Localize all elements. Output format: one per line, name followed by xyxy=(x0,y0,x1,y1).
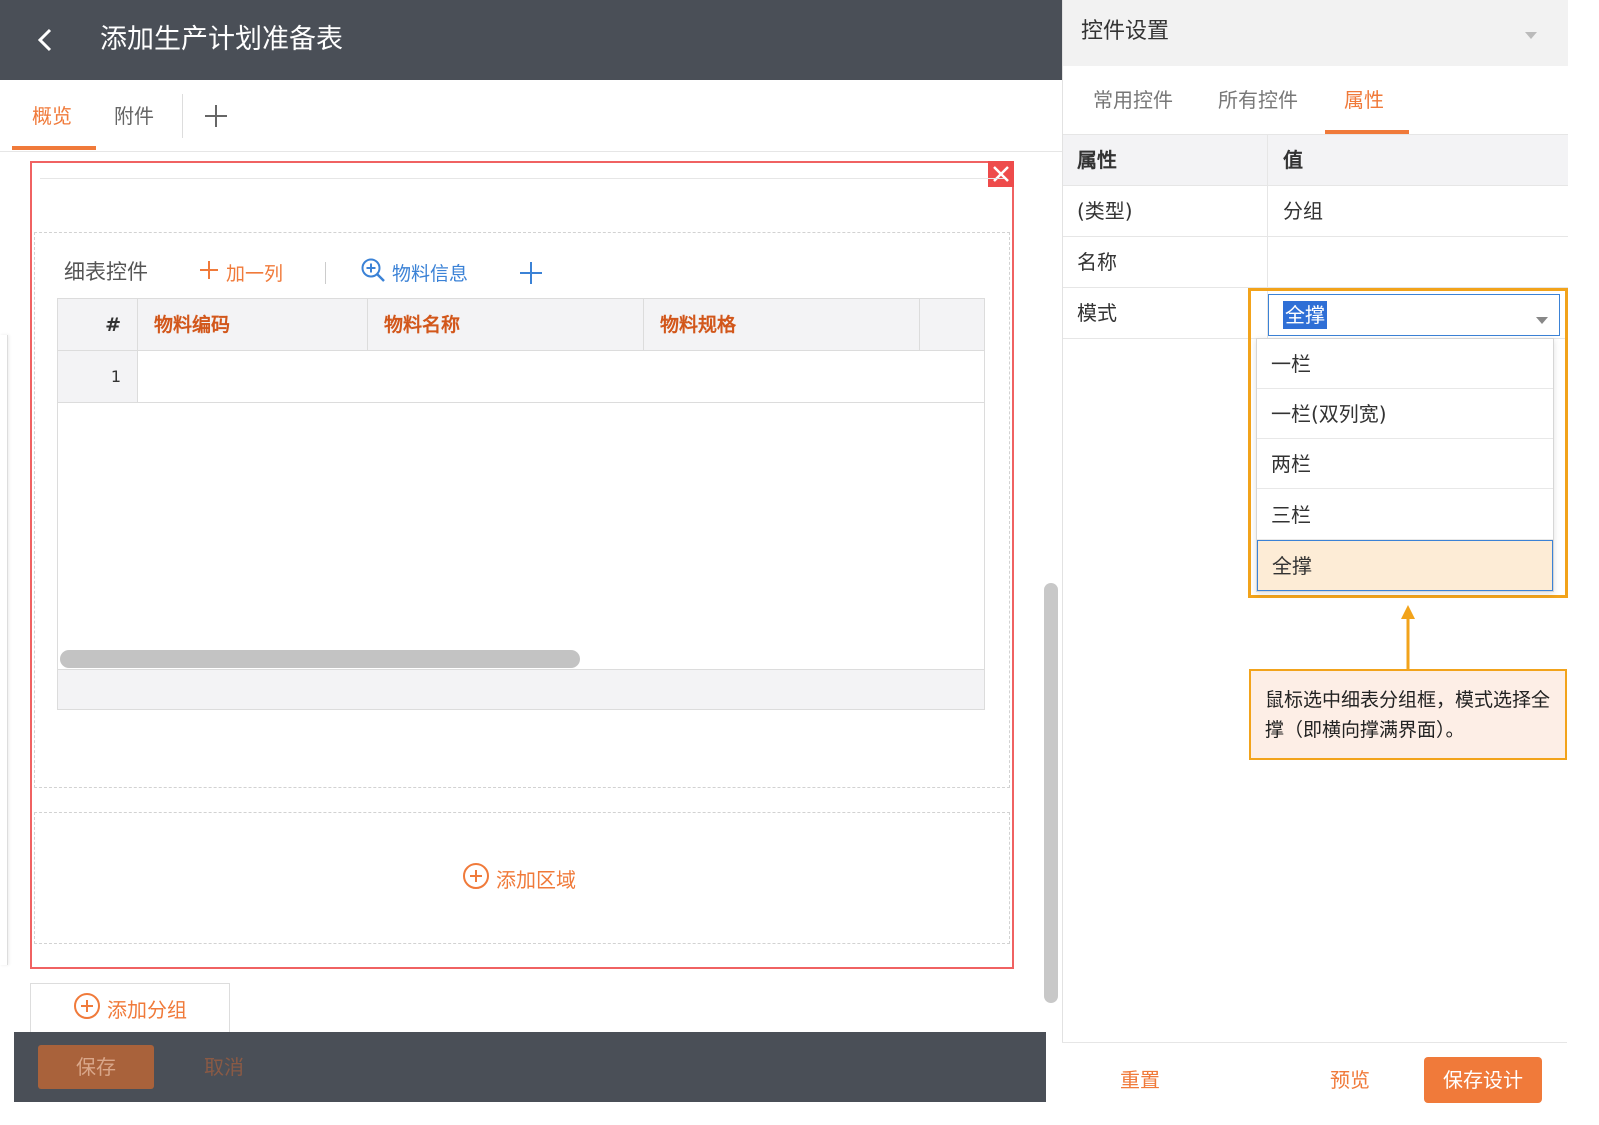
property-key: 模式 xyxy=(1077,301,1117,325)
column-header-material-name[interactable]: 物料名称 xyxy=(368,299,644,351)
active-tab-indicator xyxy=(12,146,96,150)
value-column-header: 值 xyxy=(1283,148,1303,172)
property-key: 名称 xyxy=(1077,250,1117,274)
table-row[interactable]: 1 xyxy=(58,351,984,403)
mode-selected-value: 全撑 xyxy=(1283,301,1327,329)
panel-tabs: 常用控件 所有控件 属性 xyxy=(1063,66,1568,134)
row-number: 1 xyxy=(58,351,138,402)
delete-group-icon[interactable] xyxy=(988,161,1014,187)
chevron-down-icon[interactable] xyxy=(1535,310,1549,324)
tab-attachments[interactable]: 附件 xyxy=(114,102,154,130)
mode-option[interactable]: 三栏 xyxy=(1257,490,1553,540)
reset-button[interactable]: 重置 xyxy=(1120,1065,1160,1095)
panel-footer: 重置 预览 保存设计 xyxy=(1062,1042,1567,1125)
grid-header: # 物料编码 物料名称 物料规格 xyxy=(58,299,984,351)
mode-select[interactable]: 全撑 xyxy=(1268,294,1560,336)
column-header-index: # xyxy=(58,299,138,351)
form-footer-bar: 保存 取消 xyxy=(14,1032,1046,1102)
add-tab-icon[interactable] xyxy=(202,102,230,130)
detail-table-label: 细表控件 xyxy=(64,260,148,284)
property-key: (类型) xyxy=(1077,199,1133,223)
detail-grid: # 物料编码 物料名称 物料规格 1 xyxy=(57,298,985,710)
mode-dropdown: 一栏 一栏(双列宽) 两栏 三栏 全撑 xyxy=(1256,338,1554,592)
material-info-button[interactable]: 物料信息 xyxy=(360,257,469,291)
add-group-button[interactable]: 添加分组 xyxy=(30,983,230,1033)
back-arrow-icon[interactable] xyxy=(28,22,64,58)
panel-header: 控件设置 xyxy=(1063,0,1568,66)
tab-divider xyxy=(182,94,183,138)
property-row-name[interactable]: 名称 xyxy=(1063,237,1568,288)
preview-button[interactable]: 预览 xyxy=(1330,1065,1370,1095)
tab-bar: 概览 附件 xyxy=(0,80,1062,152)
panel-title: 控件设置 xyxy=(1081,19,1170,44)
mode-option[interactable]: 一栏 xyxy=(1257,339,1553,389)
mode-option-selected[interactable]: 全撑 xyxy=(1257,540,1553,591)
tab-properties[interactable]: 属性 xyxy=(1344,86,1384,114)
group-header-line xyxy=(40,178,1004,179)
plus-circle-icon xyxy=(73,992,101,1025)
add-column-label: 加一列 xyxy=(226,263,284,285)
mode-option[interactable]: 两栏 xyxy=(1257,439,1553,489)
column-header-material-code[interactable]: 物料编码 xyxy=(138,299,368,351)
add-column-button[interactable]: 加一列 xyxy=(198,260,283,288)
page-title: 添加生产计划准备表 xyxy=(100,24,343,55)
toolbar-divider xyxy=(325,262,326,284)
property-row-type: (类型) 分组 xyxy=(1063,186,1568,237)
tab-all-controls[interactable]: 所有控件 xyxy=(1218,86,1298,114)
property-value: 分组 xyxy=(1283,199,1323,223)
grid-footer xyxy=(58,669,984,709)
add-area-button[interactable]: 添加区域 xyxy=(462,862,576,894)
horizontal-scrollbar[interactable] xyxy=(60,650,580,668)
cancel-button[interactable]: 取消 xyxy=(204,1045,244,1089)
tab-common-controls[interactable]: 常用控件 xyxy=(1093,86,1173,114)
callout-arrow-icon xyxy=(1396,603,1420,671)
tab-overview[interactable]: 概览 xyxy=(32,102,72,130)
vertical-scrollbar[interactable] xyxy=(1044,583,1058,1003)
add-group-label: 添加分组 xyxy=(107,998,187,1022)
zoom-in-icon xyxy=(360,257,386,291)
mode-option[interactable]: 一栏(双列宽) xyxy=(1257,389,1553,439)
annotation-callout: 鼠标选中细表分组框，模式选择全撑（即横向撑满界面）。 xyxy=(1249,669,1567,760)
plus-icon xyxy=(198,259,220,289)
add-field-icon[interactable] xyxy=(518,260,544,286)
plus-circle-icon xyxy=(462,862,490,895)
add-area-label: 添加区域 xyxy=(496,867,576,892)
property-column-header: 属性 xyxy=(1077,148,1117,172)
save-button[interactable]: 保存 xyxy=(38,1045,154,1089)
left-panel-edge xyxy=(0,335,8,965)
column-header-material-spec[interactable]: 物料规格 xyxy=(644,299,920,351)
material-info-label: 物料信息 xyxy=(392,263,469,285)
top-bar: 添加生产计划准备表 xyxy=(0,0,1062,80)
property-table-header: 属性 值 xyxy=(1063,134,1568,186)
chevron-down-icon[interactable] xyxy=(1523,26,1539,39)
save-design-button[interactable]: 保存设计 xyxy=(1424,1057,1542,1103)
